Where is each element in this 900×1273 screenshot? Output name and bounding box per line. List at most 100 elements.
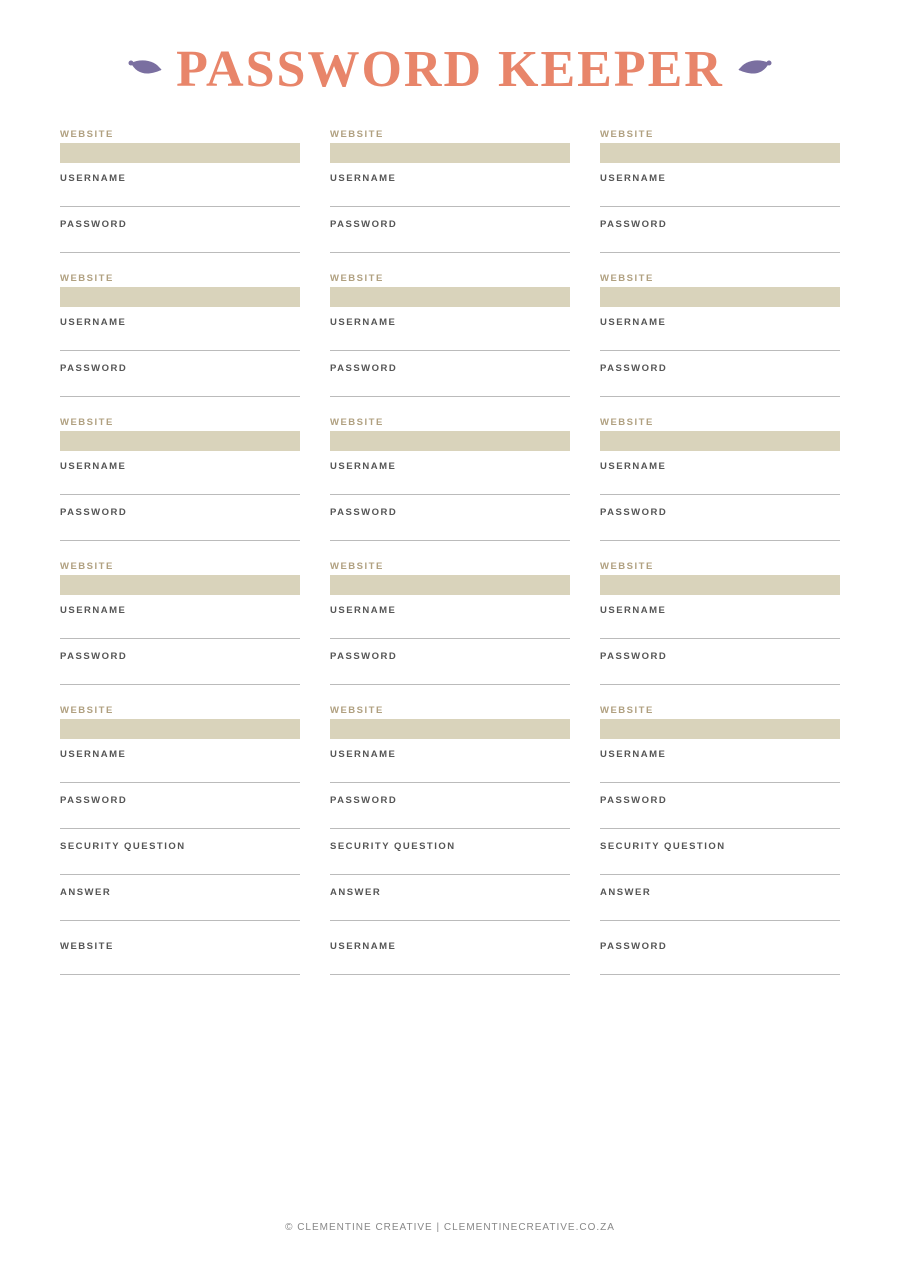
password-field[interactable]	[330, 233, 570, 253]
password-field[interactable]	[330, 809, 570, 829]
page-title: PASSWORD KEEPER	[176, 40, 724, 99]
password-label: PASSWORD	[60, 651, 300, 662]
answer-field[interactable]	[60, 901, 300, 921]
password-field[interactable]	[60, 521, 300, 541]
website-label: WEBSITE	[600, 273, 840, 284]
username-field[interactable]	[330, 331, 570, 351]
password-field[interactable]	[330, 377, 570, 397]
entry-col-4-1: WEBSITE USERNAME PASSWORD	[60, 561, 300, 697]
username-field[interactable]	[600, 331, 840, 351]
password-field[interactable]	[600, 521, 840, 541]
username-field[interactable]	[60, 763, 300, 783]
password-field[interactable]	[60, 665, 300, 685]
website-box	[600, 143, 840, 163]
username-field[interactable]	[330, 619, 570, 639]
username-field[interactable]	[60, 619, 300, 639]
entry-col-4-3: WEBSITE USERNAME PASSWORD	[600, 561, 840, 697]
website-label: WEBSITE	[600, 417, 840, 428]
bottom-username-field[interactable]	[330, 955, 570, 975]
entry-col-2-3: WEBSITE USERNAME PASSWORD	[600, 273, 840, 409]
website-label: WEBSITE	[60, 129, 300, 140]
bottom-col-1: WEBSITE	[60, 941, 300, 987]
answer-label: ANSWER	[60, 887, 300, 898]
leaf-left-icon	[126, 55, 166, 85]
password-field[interactable]	[600, 665, 840, 685]
security-question-label: SECURITY QUESTION	[60, 841, 300, 852]
username-field[interactable]	[330, 475, 570, 495]
username-label: USERNAME	[60, 605, 300, 616]
username-label: USERNAME	[330, 317, 570, 328]
username-field[interactable]	[330, 187, 570, 207]
header: PASSWORD KEEPER	[60, 40, 840, 99]
security-question-field[interactable]	[330, 855, 570, 875]
password-field[interactable]	[330, 665, 570, 685]
website-label: WEBSITE	[60, 273, 300, 284]
entry-row-5: WEBSITE USERNAME PASSWORD SECURITY QUEST…	[60, 705, 840, 933]
website-label: WEBSITE	[600, 705, 840, 716]
entry-col-4-2: WEBSITE USERNAME PASSWORD	[330, 561, 570, 697]
website-box	[600, 287, 840, 307]
username-label: USERNAME	[600, 317, 840, 328]
username-field[interactable]	[600, 475, 840, 495]
entry-col-3-3: WEBSITE USERNAME PASSWORD	[600, 417, 840, 553]
password-field[interactable]	[600, 809, 840, 829]
website-label: WEBSITE	[600, 129, 840, 140]
website-box	[600, 719, 840, 739]
entry-row-2: WEBSITE USERNAME PASSWORD WEBSITE USERNA…	[60, 273, 840, 409]
password-field[interactable]	[600, 233, 840, 253]
website-box	[330, 287, 570, 307]
username-field[interactable]	[600, 619, 840, 639]
username-field[interactable]	[600, 187, 840, 207]
password-label: PASSWORD	[330, 651, 570, 662]
website-label: WEBSITE	[330, 273, 570, 284]
username-field[interactable]	[60, 331, 300, 351]
website-label: WEBSITE	[60, 561, 300, 572]
website-label: WEBSITE	[330, 129, 570, 140]
password-label: PASSWORD	[600, 363, 840, 374]
username-label: USERNAME	[600, 461, 840, 472]
entry-row-3: WEBSITE USERNAME PASSWORD WEBSITE USERNA…	[60, 417, 840, 553]
entry-col-1-1: WEBSITE USERNAME PASSWORD	[60, 129, 300, 265]
bottom-website-field[interactable]	[60, 955, 300, 975]
footer-text: © CLEMENTINE CREATIVE | CLEMENTINECREATI…	[285, 1222, 615, 1233]
entry-col-3-1: WEBSITE USERNAME PASSWORD	[60, 417, 300, 553]
username-label: USERNAME	[60, 749, 300, 760]
username-label: USERNAME	[60, 173, 300, 184]
entry-row-4: WEBSITE USERNAME PASSWORD WEBSITE USERNA…	[60, 561, 840, 697]
security-question-field[interactable]	[60, 855, 300, 875]
security-question-field[interactable]	[600, 855, 840, 875]
entry-col-1-2: WEBSITE USERNAME PASSWORD	[330, 129, 570, 265]
website-box	[330, 575, 570, 595]
username-label: USERNAME	[600, 749, 840, 760]
username-label: USERNAME	[330, 461, 570, 472]
website-box	[330, 143, 570, 163]
bottom-password-field[interactable]	[600, 955, 840, 975]
username-field[interactable]	[60, 475, 300, 495]
website-label: WEBSITE	[60, 705, 300, 716]
entry-row-1: WEBSITE USERNAME PASSWORD WEBSITE USERNA…	[60, 129, 840, 265]
website-box	[600, 575, 840, 595]
username-label: USERNAME	[60, 461, 300, 472]
password-label: PASSWORD	[330, 363, 570, 374]
bottom-col-3: PASSWORD	[600, 941, 840, 987]
answer-field[interactable]	[600, 901, 840, 921]
bottom-password-label: PASSWORD	[600, 941, 840, 952]
username-field[interactable]	[60, 187, 300, 207]
username-field[interactable]	[600, 763, 840, 783]
website-label: WEBSITE	[330, 561, 570, 572]
password-label: PASSWORD	[600, 219, 840, 230]
password-field[interactable]	[330, 521, 570, 541]
username-label: USERNAME	[330, 173, 570, 184]
password-field[interactable]	[60, 809, 300, 829]
password-field[interactable]	[60, 233, 300, 253]
answer-field[interactable]	[330, 901, 570, 921]
password-label: PASSWORD	[600, 795, 840, 806]
website-label: WEBSITE	[60, 417, 300, 428]
password-field[interactable]	[60, 377, 300, 397]
entry-col-5-2: WEBSITE USERNAME PASSWORD SECURITY QUEST…	[330, 705, 570, 933]
page: PASSWORD KEEPER WEBSITE USERNAME PASSWOR…	[0, 0, 900, 1273]
bottom-row: WEBSITE USERNAME PASSWORD	[60, 941, 840, 987]
username-label: USERNAME	[330, 605, 570, 616]
username-field[interactable]	[330, 763, 570, 783]
password-field[interactable]	[600, 377, 840, 397]
